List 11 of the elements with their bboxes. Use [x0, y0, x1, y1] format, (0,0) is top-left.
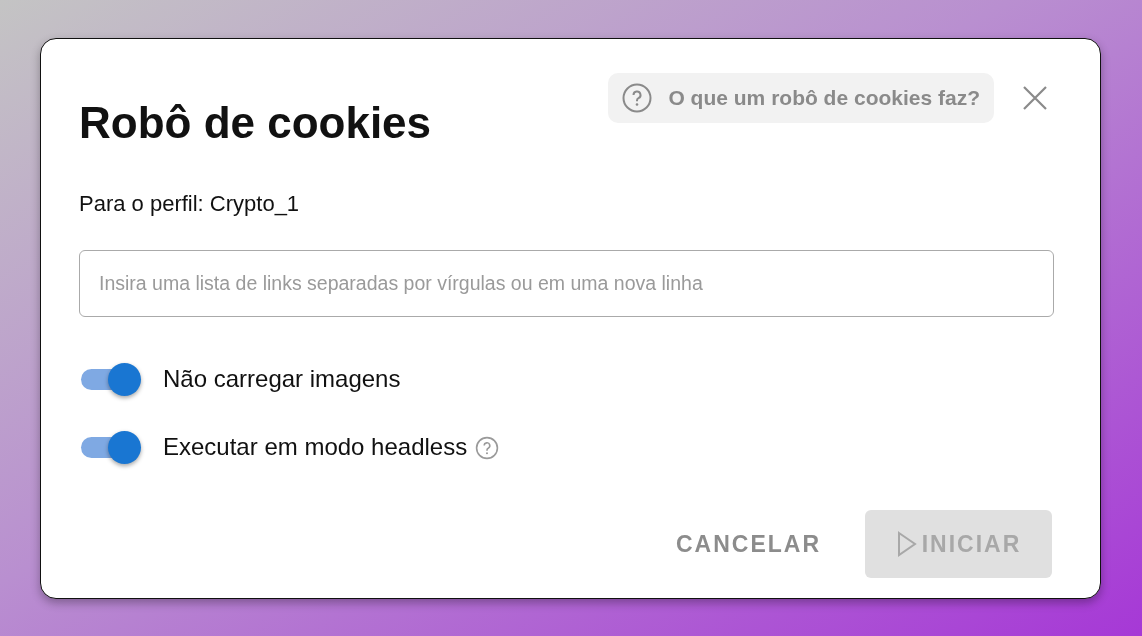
- option-label: Executar em modo headless: [163, 432, 468, 462]
- profile-label: Para o perfil: Crypto_1: [79, 190, 301, 218]
- dialog-title: Robô de cookies: [79, 101, 432, 145]
- help-icon: [622, 82, 653, 113]
- play-icon: [895, 531, 918, 557]
- help-icon[interactable]: [475, 436, 500, 460]
- cancel-button[interactable]: CANCELAR: [655, 514, 841, 574]
- close-icon: [1022, 84, 1048, 111]
- help-link[interactable]: O que um robô de cookies faz?: [608, 73, 994, 123]
- links-field[interactable]: Insira uma lista de links separadas por vírgulas ou em uma nova linha: [79, 250, 1054, 317]
- option-label: Não carregar imagens: [163, 364, 401, 394]
